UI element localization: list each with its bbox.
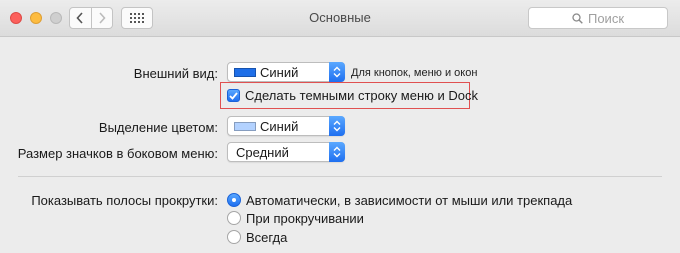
popup-arrows-icon [329, 62, 345, 82]
scrollbars-radio-always[interactable] [227, 230, 241, 244]
search-field[interactable]: Поиск [528, 7, 668, 29]
appearance-color-swatch [234, 68, 256, 77]
scrollbars-radio-automatic[interactable] [227, 193, 241, 207]
dark-menu-label[interactable]: Сделать темными строку меню и Dock [245, 88, 478, 103]
scrollbars-option-when-scrolling[interactable]: При прокручивании [246, 211, 364, 226]
dark-menu-checkbox[interactable] [227, 89, 240, 102]
appearance-hint: Для кнопок, меню и окон [351, 67, 478, 79]
highlight-color-label: Выделение цветом: [98, 120, 218, 135]
window-titlebar: Основные Поиск [0, 0, 680, 37]
scrollbars-option-always[interactable]: Всегда [246, 230, 287, 245]
sidebar-icon-size-value: Средний [236, 145, 289, 160]
sidebar-icon-size-label: Размер значков в боковом меню: [17, 146, 218, 161]
search-icon [572, 12, 583, 24]
appearance-label: Внешний вид: [133, 66, 218, 81]
search-placeholder: Поиск [587, 10, 625, 26]
popup-arrows-icon [329, 142, 345, 162]
appearance-popup[interactable]: Синий [227, 62, 345, 82]
appearance-value: Синий [260, 65, 299, 80]
checkmark-icon [229, 91, 238, 100]
scrollbars-label: Показывать полосы прокрутки: [31, 193, 218, 208]
section-divider [18, 176, 662, 177]
sidebar-icon-size-popup[interactable]: Средний [227, 142, 345, 162]
highlight-color-swatch [234, 122, 256, 131]
popup-arrows-icon [329, 116, 345, 136]
highlight-color-popup[interactable]: Синий [227, 116, 345, 136]
scrollbars-radio-when-scrolling[interactable] [227, 211, 241, 225]
scrollbars-option-automatic[interactable]: Автоматически, в зависимости от мыши или… [246, 193, 572, 208]
highlight-color-value: Синий [260, 119, 299, 134]
